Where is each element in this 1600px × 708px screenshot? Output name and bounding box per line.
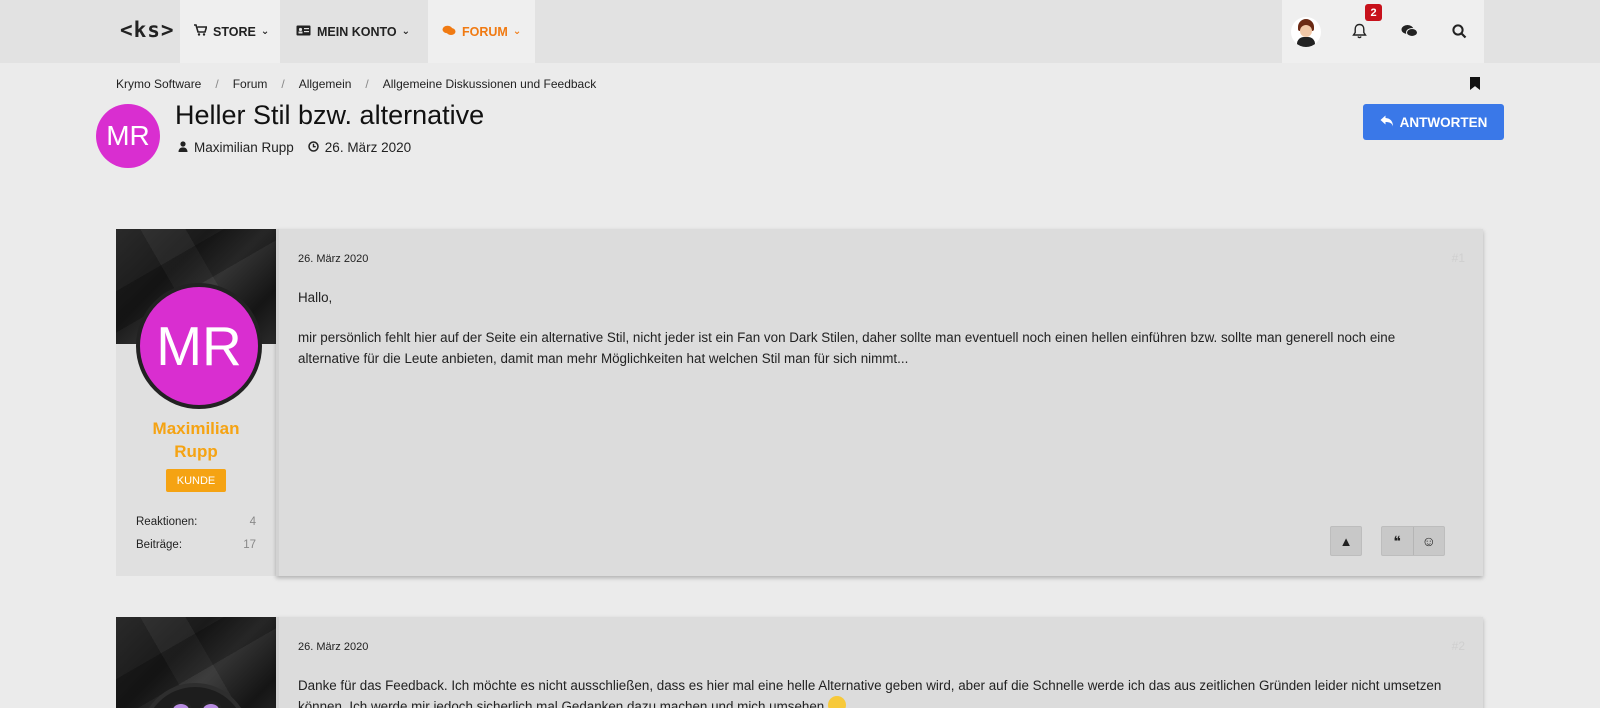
reply-button[interactable]: ANTWORTEN <box>1363 104 1504 140</box>
chevron-down-icon: ⌄ <box>512 26 522 37</box>
breadcrumb-item[interactable]: Krymo Software <box>116 77 201 91</box>
post-body: Hallo, mir persönlich fehlt hier auf der… <box>298 290 1396 366</box>
post-date[interactable]: 26. März 2020 <box>298 253 368 265</box>
post-date[interactable]: 26. März 2020 <box>298 641 368 653</box>
nav-mein-konto[interactable]: MEIN KONTO ⌄ <box>282 0 426 63</box>
id-card-icon <box>296 25 311 39</box>
chat-icon[interactable] <box>1398 20 1420 42</box>
post-message: 26. März 2020 #2 Danke für das Feedback.… <box>276 617 1483 708</box>
top-navigation-bar: <ks> STORE ⌄ MEIN KONTO ⌄ FORUM ⌄ 2 <box>0 0 1600 63</box>
current-user-avatar[interactable] <box>1291 17 1321 47</box>
bookmark-icon[interactable] <box>1470 77 1480 90</box>
post-number[interactable]: #1 <box>1452 251 1465 265</box>
chevron-down-icon: ⌄ <box>260 26 270 37</box>
breadcrumb-item[interactable]: Allgemein <box>299 77 352 91</box>
shopping-cart-icon <box>194 24 208 39</box>
post-message: 26. März 2020 #1 Hallo, mir persönlich f… <box>276 229 1483 576</box>
post-author-name[interactable]: Maximilian Rupp <box>116 417 276 463</box>
post-author-avatar[interactable]: MR <box>136 283 262 409</box>
stat-posts: Beiträge: 17 <box>136 539 256 551</box>
search-icon[interactable] <box>1448 20 1470 42</box>
page-title: Heller Stil bzw. alternative <box>175 100 485 130</box>
user-title-badge: KUNDE <box>166 469 226 492</box>
post-user-column: MR Maximilian Rupp KUNDE Reaktionen: 4 B… <box>116 229 276 576</box>
thread-date[interactable]: 26. März 2020 <box>325 140 411 155</box>
site-logo[interactable]: <ks> <box>120 18 175 42</box>
warning-icon: ▲ <box>1339 533 1353 549</box>
chevron-down-icon: ⌄ <box>401 26 411 37</box>
notification-count-badge: 2 <box>1365 4 1382 21</box>
nav-store-label: STORE <box>213 24 256 39</box>
post-number[interactable]: #2 <box>1452 639 1465 653</box>
comments-icon <box>442 25 456 39</box>
nav-forum-label: FORUM <box>462 24 508 39</box>
post-body: Danke für das Feedback. Ich möchte es ni… <box>298 675 1458 708</box>
thread-meta: Maximilian Rupp 26. März 2020 <box>178 140 411 155</box>
nav-forum[interactable]: FORUM ⌄ <box>428 0 535 63</box>
bell-icon[interactable] <box>1348 20 1370 42</box>
smiley-emoji-icon <box>827 696 846 708</box>
breadcrumb: Krymo Software / Forum / Allgemein / All… <box>116 77 597 91</box>
breadcrumb-item[interactable]: Forum <box>233 77 268 91</box>
post: MR Maximilian Rupp KUNDE Reaktionen: 4 B… <box>116 229 1483 576</box>
stat-reactions: Reaktionen: 4 <box>136 516 256 528</box>
nav-mein-konto-label: MEIN KONTO <box>317 24 397 39</box>
quote-icon[interactable]: ❝ <box>1382 527 1413 555</box>
breadcrumb-item[interactable]: Allgemeine Diskussionen und Feedback <box>383 77 596 91</box>
reply-button-label: ANTWORTEN <box>1399 114 1488 130</box>
report-button[interactable]: ▲ <box>1330 526 1362 556</box>
smiley-icon[interactable]: ☺ <box>1412 527 1445 555</box>
nav-store[interactable]: STORE ⌄ <box>180 0 280 63</box>
thread-author-avatar[interactable]: MR <box>96 104 160 168</box>
post-user-column <box>116 617 276 708</box>
post-actions: ❝ ☺ <box>1381 526 1445 556</box>
thread-author-link[interactable]: Maximilian Rupp <box>194 140 294 155</box>
clock-icon <box>308 140 319 155</box>
post: 26. März 2020 #2 Danke für das Feedback.… <box>116 617 1483 708</box>
user-icon <box>178 140 188 155</box>
reply-icon <box>1380 115 1394 130</box>
